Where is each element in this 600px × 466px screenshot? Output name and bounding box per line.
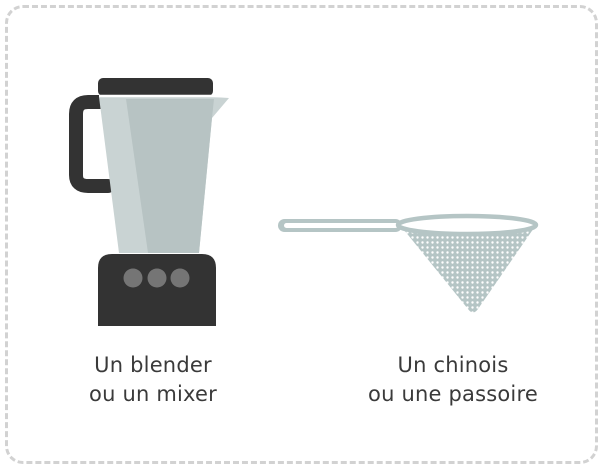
chinois-caption-line2: ou une passoire	[368, 382, 538, 406]
chinois-caption-line1: Un chinois	[397, 353, 509, 377]
blender-icon	[69, 78, 229, 326]
blender-caption-line2: ou un mixer	[89, 382, 217, 406]
chinois-strainer-icon	[278, 213, 539, 313]
chinois-caption: Un chinois ou une passoire	[323, 351, 583, 409]
blender-caption-line1: Un blender	[94, 353, 212, 377]
blender-caption: Un blender ou un mixer	[23, 351, 283, 409]
